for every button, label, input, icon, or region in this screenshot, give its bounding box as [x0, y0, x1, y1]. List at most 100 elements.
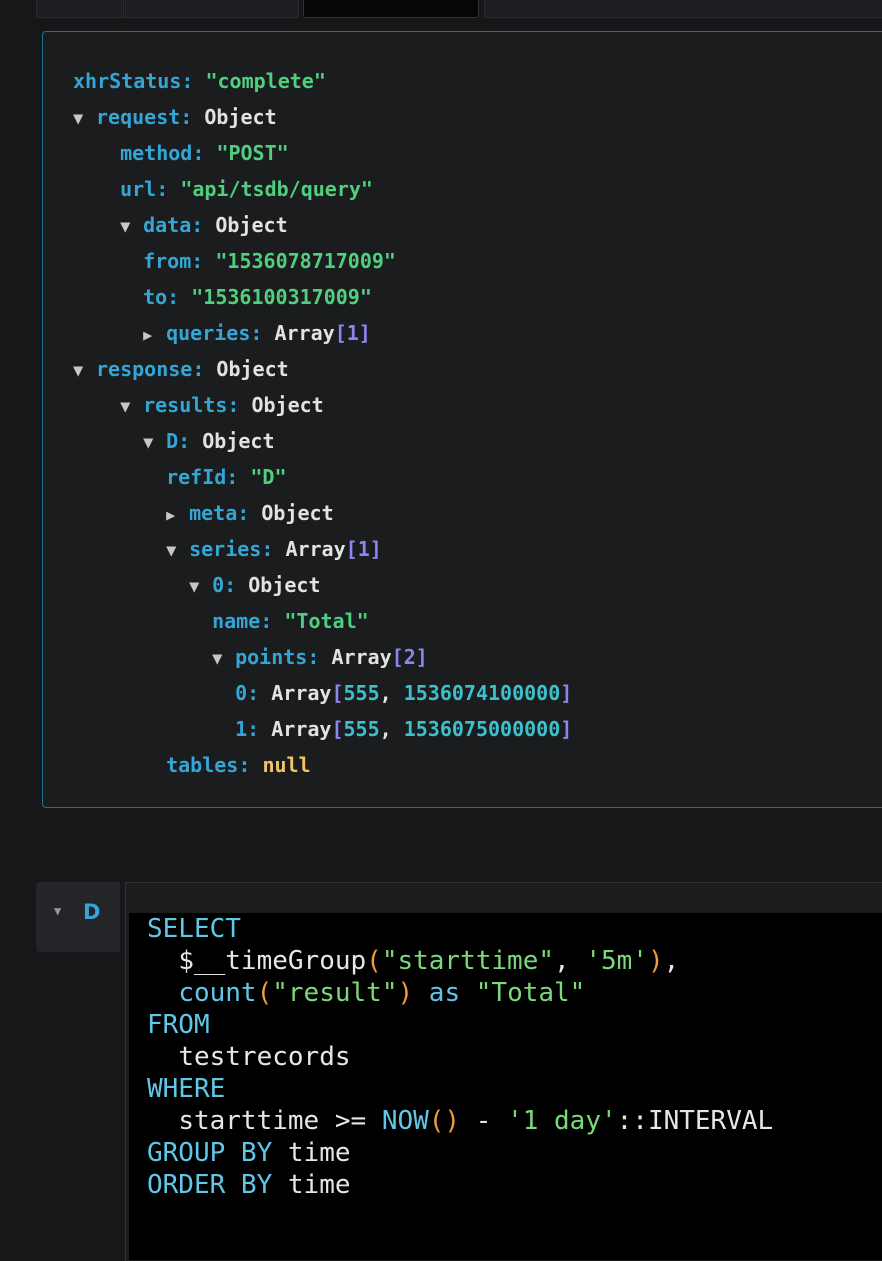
tree-key: points: [235, 645, 320, 669]
code-line: $__timeGroup("starttime", '5m'), [178, 946, 680, 976]
tree-key: from: [143, 249, 204, 273]
tree-key: 0: [235, 681, 260, 705]
sql-editor[interactable]: SELECT $__timeGroup("starttime", '5m'), … [129, 913, 882, 1260]
expand-arrow-right-icon[interactable]: ▶ [143, 320, 166, 350]
sql-keyword: as [428, 978, 461, 1008]
sql-string: "result" [272, 978, 398, 1008]
top-tab-bar [0, 0, 882, 18]
tree-key: results: [143, 393, 240, 417]
tree-key: D: [166, 429, 191, 453]
expand-arrow-right-icon[interactable]: ▶ [166, 500, 189, 530]
tree-key: to: [143, 285, 180, 309]
tree-value: "complete" [205, 69, 326, 93]
expand-arrow-down-icon[interactable]: ▼ [120, 212, 143, 242]
code-line: ORDER BY time [147, 1169, 773, 1201]
tree-value: "Total" [284, 609, 369, 633]
toolbar-tab[interactable] [36, 0, 124, 18]
sql-keyword: GROUP BY [147, 1138, 273, 1168]
tree-row-points[interactable]: ▼ points: Array[2] [73, 642, 572, 678]
tree-type: Array [331, 645, 392, 669]
tree-row-tables: tables: null [73, 750, 572, 786]
sql-function: $__timeGroup [178, 946, 367, 976]
tree-key: response: [96, 357, 205, 381]
tree-key: series: [189, 537, 274, 561]
code-line: FROM [147, 1009, 773, 1041]
toolbar-tab-active[interactable] [303, 0, 479, 18]
sql-function: NOW [381, 1106, 429, 1136]
tree-value: "1536100317009" [191, 285, 372, 309]
code-line: testrecords [147, 1041, 773, 1073]
tree-row-point-1: 1: Array[555, 1536075000000] [235, 717, 573, 741]
code-line: GROUP BY time [147, 1137, 773, 1169]
expand-arrow-down-icon[interactable]: ▼ [73, 356, 96, 386]
tree-key: 0: [212, 573, 237, 597]
tree-type: Array [274, 321, 335, 345]
caret-down-icon[interactable]: ▼ [54, 904, 61, 918]
sql-string: '1 day' [507, 1106, 617, 1136]
expand-arrow-down-icon[interactable]: ▼ [212, 644, 235, 674]
tree-key: tables: [166, 753, 251, 777]
tree-row-name: name: "Total" [73, 606, 572, 642]
tree-key: queries: [166, 321, 263, 345]
sql-keyword: SELECT [147, 914, 241, 944]
tree-key: meta: [189, 501, 250, 525]
tree-type: Object [248, 573, 321, 597]
sql-keyword: WHERE [147, 1074, 226, 1104]
sql-keyword: FROM [147, 1010, 210, 1040]
tree-row-data[interactable]: ▼ data: Object [73, 210, 572, 246]
tree-type: Object [251, 393, 324, 417]
tree-type: Array [285, 537, 346, 561]
array-count: 1 [346, 321, 359, 345]
query-inspector-panel: xhrStatus: "complete" ▼ request: Object m… [42, 31, 882, 808]
sql-identifier: starttime >= [178, 1106, 367, 1136]
tree-value: null [262, 753, 311, 777]
tree-type: Object [204, 105, 277, 129]
expand-arrow-down-icon[interactable]: ▼ [166, 536, 189, 566]
tree-value: "POST" [216, 141, 289, 165]
tree-key: 1: [235, 717, 260, 741]
tree-key: request: [96, 105, 193, 129]
expand-arrow-down-icon[interactable]: ▼ [143, 428, 166, 458]
array-count: 2 [403, 645, 416, 669]
tree-row-d[interactable]: ▼ D: Object [73, 426, 572, 462]
array-value: 555 [343, 681, 380, 705]
tree-row-response[interactable]: ▼ response: Object [73, 354, 572, 390]
code-line: count("result") as "Total" [178, 978, 586, 1008]
tree-row-series-0[interactable]: ▼ 0: Object [73, 570, 572, 606]
sql-identifier: time [287, 1138, 351, 1168]
expand-arrow-down-icon[interactable]: ▼ [120, 392, 143, 422]
expand-arrow-down-icon[interactable]: ▼ [189, 572, 212, 602]
tree-row-method: method: "POST" [73, 138, 572, 174]
code-line: SELECT [147, 913, 773, 945]
tree-row-to: to: "1536100317009" [73, 282, 572, 318]
tree-type: Object [261, 501, 334, 525]
tree-key: url: [120, 177, 169, 201]
tree-row-queries[interactable]: ▶ queries: Array[1] [73, 318, 572, 354]
array-value: 1536075000000 [403, 717, 561, 741]
tree-row-series[interactable]: ▼ series: Array[1] [73, 534, 572, 570]
tree-row-url: url: "api/tsdb/query" [73, 174, 572, 210]
query-ref-letter: D [83, 900, 101, 924]
array-count: 1 [357, 537, 370, 561]
sql-keyword: ORDER BY [147, 1170, 273, 1200]
tree-key: data: [143, 213, 204, 237]
toolbar-tab[interactable] [125, 0, 299, 18]
tree-key: xhrStatus: [73, 69, 194, 93]
sql-function: count [178, 978, 257, 1008]
tree-row-meta[interactable]: ▶ meta: Object [73, 498, 572, 534]
sql-identifier: testrecords [178, 1042, 351, 1072]
toolbar-tab[interactable] [484, 0, 882, 18]
sql-string: "starttime" [381, 946, 554, 976]
tree-key: refId: [166, 465, 239, 489]
tree-value: "D" [250, 465, 287, 489]
array-value: 1536074100000 [403, 681, 561, 705]
expand-arrow-down-icon[interactable]: ▼ [73, 104, 96, 134]
tree-type: Object [215, 213, 288, 237]
query-row-header[interactable]: ▼ D [36, 882, 120, 952]
tree-row-results[interactable]: ▼ results: Object [73, 390, 572, 426]
sql-code: SELECT $__timeGroup("starttime", '5m'), … [147, 913, 773, 1201]
tree-key: name: [212, 609, 273, 633]
tree-row-request[interactable]: ▼ request: Object [73, 102, 572, 138]
tree-type: Array [271, 717, 332, 741]
tree-type: Object [216, 357, 289, 381]
